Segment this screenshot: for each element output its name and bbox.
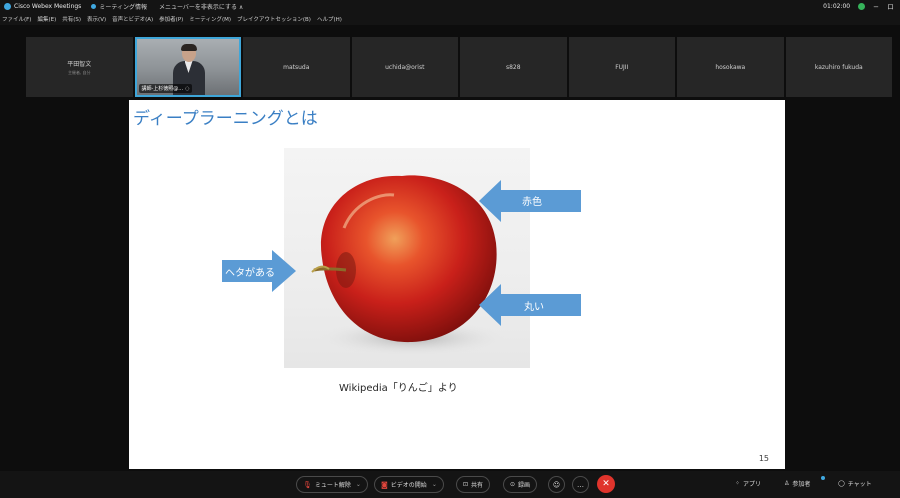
label-stem: ヘタがある	[225, 268, 275, 279]
connection-status-icon	[858, 3, 866, 10]
record-button[interactable]: ⊙ 録画	[503, 476, 538, 493]
menu-help[interactable]: ヘルプ(H)	[317, 15, 342, 23]
menu-bar: ファイル(F) 編集(E) 共有(S) 表示(V) 音声とビデオ(A) 参加者(…	[0, 13, 900, 25]
control-bar: 🎙 ミュート解除 ⌄ ◙ ビデオの開始 ⌄ ⊡ 共有 ⊙ 録画 ☺ … ✕ ⁘ …	[0, 471, 900, 498]
participant-tile[interactable]: s828	[460, 37, 567, 97]
participant-role: 主催者, 自分	[67, 69, 91, 75]
share-label: 共有	[471, 482, 484, 489]
slide-caption: Wikipedia「りんご」より	[339, 383, 458, 394]
reactions-button[interactable]: ☺	[548, 476, 565, 493]
participant-tile[interactable]: uchida@orist	[351, 37, 459, 97]
participant-name: 平田智文	[67, 60, 92, 68]
unmute-button[interactable]: 🎙 ミュート解除 ⌄	[296, 476, 368, 493]
share-icon: ⊡	[463, 481, 469, 488]
participant-tile[interactable]: 平田智文 主催者, 自分	[26, 37, 133, 97]
participant-tile[interactable]: FUJII	[568, 37, 676, 97]
label-round: 丸い	[524, 302, 544, 313]
shared-slide: ディープラーニングとは 赤色 ヘタがある 丸い Wikipedia「りんご」より…	[129, 100, 785, 469]
meeting-info-label: ミーティング情報	[99, 4, 147, 11]
speaker-name-label: 講師-上杉徳照@... ◌	[138, 84, 193, 93]
mic-muted-icon: 🎙	[303, 480, 312, 489]
participant-name: FUJII	[615, 63, 629, 71]
menu-share[interactable]: 共有(S)	[62, 15, 81, 23]
participant-name: s828	[505, 63, 521, 71]
app-name: Cisco Webex Meetings	[14, 3, 82, 10]
smiley-icon: ☺	[552, 480, 561, 489]
chevron-down-icon[interactable]: ⌄	[356, 481, 361, 488]
participant-tile[interactable]: kazuhiro fukuda	[785, 37, 893, 97]
more-options-button[interactable]: …	[572, 476, 589, 493]
participants-label: 参加者	[792, 481, 811, 488]
label-red: 赤色	[522, 197, 542, 208]
record-icon: ⊙	[510, 481, 516, 488]
more-icon: …	[577, 480, 584, 489]
participant-name: matsuda	[283, 63, 310, 71]
menu-meeting[interactable]: ミーティング(M)	[189, 15, 231, 23]
apps-label: アプリ	[743, 481, 762, 488]
notification-dot	[821, 476, 825, 480]
participant-tile[interactable]: matsuda	[243, 37, 350, 97]
chat-icon: ◯	[838, 480, 845, 487]
title-bar: Cisco Webex Meetings ミーティング情報 メニューバーを非表示…	[0, 0, 900, 13]
participant-strip: 平田智文 主催者, 自分 講師-上杉徳照@... ◌ matsuda uchid…	[26, 37, 893, 97]
video-off-icon: ◙	[381, 480, 388, 489]
unmute-label: ミュート解除	[314, 482, 351, 489]
menu-edit[interactable]: 編集(E)	[37, 15, 56, 23]
participants-button[interactable]: ♙ 参加者	[784, 479, 810, 488]
close-icon: ✕	[602, 479, 610, 489]
menu-file[interactable]: ファイル(F)	[2, 15, 31, 23]
record-label: 録画	[518, 482, 531, 489]
apps-button[interactable]: ⁘ アプリ	[735, 479, 761, 488]
apps-icon: ⁘	[735, 480, 741, 487]
speaker-audio-icon: ◌	[185, 85, 190, 92]
participant-tile[interactable]: hosokawa	[677, 37, 784, 97]
chat-button[interactable]: ◯ チャット	[838, 479, 872, 488]
webex-logo-icon	[4, 3, 11, 10]
menu-audio-video[interactable]: 音声とビデオ(A)	[112, 15, 153, 23]
restore-button[interactable]: ロ	[887, 2, 894, 12]
person-icon: ♙	[784, 480, 790, 487]
participant-name: uchida@orist	[385, 63, 425, 71]
chat-label: チャット	[847, 481, 872, 488]
end-meeting-button[interactable]: ✕	[597, 475, 615, 493]
annotation-arrows	[222, 180, 581, 326]
participant-name: hosokawa	[715, 63, 746, 71]
chevron-down-icon[interactable]: ⌄	[432, 481, 437, 488]
slide-page-number: 15	[758, 454, 769, 463]
participant-name: 講師-上杉徳照@...	[141, 86, 184, 92]
titlebar-right: 01:02:00 − ロ	[823, 0, 894, 13]
active-speaker-tile[interactable]: 講師-上杉徳照@... ◌	[134, 37, 242, 97]
hide-menubar-button[interactable]: メニューバーを非表示にする ∧	[159, 2, 243, 11]
start-video-label: ビデオの開始	[390, 482, 427, 489]
meeting-info-button[interactable]: ミーティング情報	[91, 2, 147, 11]
share-button[interactable]: ⊡ 共有	[456, 476, 491, 493]
minimize-button[interactable]: −	[873, 3, 879, 11]
menu-view[interactable]: 表示(V)	[87, 15, 106, 23]
meeting-timer: 01:02:00	[823, 3, 851, 10]
info-icon	[91, 4, 97, 9]
menu-breakout[interactable]: ブレイクアウトセッション(B)	[237, 15, 311, 23]
menu-participants[interactable]: 参加者(P)	[159, 15, 183, 23]
participant-name: kazuhiro fukuda	[814, 63, 863, 71]
start-video-button[interactable]: ◙ ビデオの開始 ⌄	[374, 476, 444, 493]
